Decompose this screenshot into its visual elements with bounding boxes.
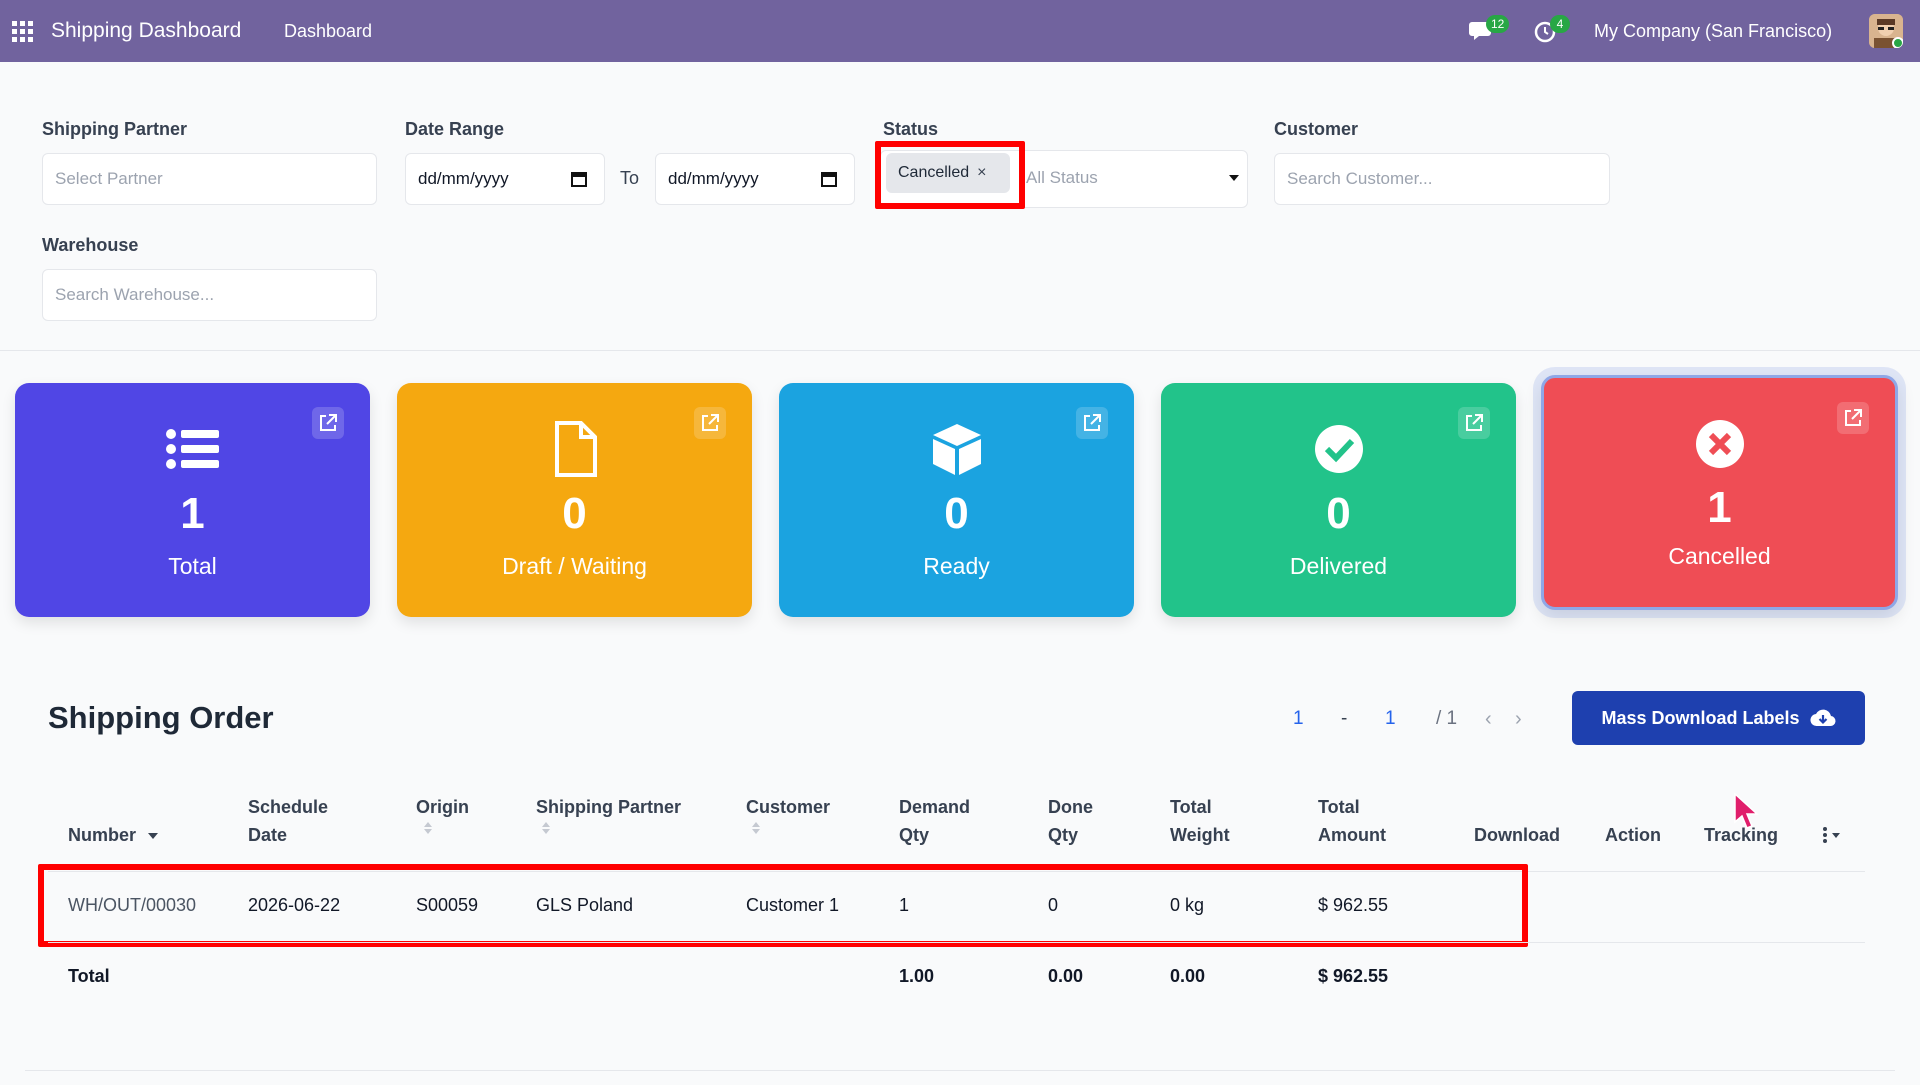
pager: 1 - 1 / 1 ‹ › bbox=[1253, 697, 1527, 742]
table-row-divider bbox=[48, 942, 1865, 943]
pager-end[interactable]: 1 bbox=[1385, 708, 1396, 730]
totals-total-weight: 0.00 bbox=[1170, 966, 1206, 986]
pager-separator: - bbox=[1341, 708, 1348, 729]
sort-icon[interactable] bbox=[540, 821, 552, 835]
customer-label: Customer bbox=[1274, 119, 1359, 139]
card-count: 0 bbox=[944, 489, 969, 538]
column-header-total-weight[interactable]: Total Weight bbox=[1170, 793, 1230, 849]
status-label: Status bbox=[883, 119, 939, 139]
column-header-done-qty[interactable]: Done Qty bbox=[1048, 793, 1093, 849]
calendar-icon[interactable] bbox=[570, 170, 588, 188]
card-count: 0 bbox=[562, 489, 587, 538]
box-icon bbox=[932, 424, 981, 475]
app-title[interactable]: Shipping Dashboard bbox=[51, 19, 241, 43]
divider bbox=[0, 350, 1920, 351]
pager-total: / 1 bbox=[1436, 708, 1458, 729]
column-header-download[interactable]: Download bbox=[1474, 821, 1560, 849]
card-ready[interactable]: 0 Ready bbox=[779, 383, 1134, 617]
date-to-value: dd/mm/yyyy bbox=[668, 169, 759, 188]
document-icon bbox=[554, 421, 597, 477]
totals-demand-qty: 1.00 bbox=[899, 966, 935, 986]
apps-grid-icon[interactable] bbox=[12, 21, 34, 43]
menu-dashboard[interactable]: Dashboard bbox=[284, 21, 372, 42]
pager-start[interactable]: 1 bbox=[1293, 708, 1304, 730]
chevron-right-icon[interactable]: › bbox=[1515, 708, 1522, 731]
check-circle-icon bbox=[1314, 425, 1363, 473]
sort-icon[interactable] bbox=[422, 821, 434, 835]
external-link-icon[interactable] bbox=[1458, 407, 1490, 439]
sort-desc-icon[interactable] bbox=[147, 831, 159, 841]
section-title: Shipping Order bbox=[48, 700, 274, 735]
date-from-value: dd/mm/yyyy bbox=[418, 169, 509, 188]
highlight-box bbox=[875, 141, 1025, 209]
messages-badge: 12 bbox=[1486, 15, 1510, 33]
cloud-download-icon bbox=[1809, 709, 1836, 727]
external-link-icon[interactable] bbox=[1076, 407, 1108, 439]
divider bbox=[25, 1070, 1895, 1071]
card-label: Total bbox=[168, 553, 217, 579]
calendar-icon[interactable] bbox=[820, 170, 838, 188]
card-label: Cancelled bbox=[1668, 543, 1771, 569]
column-header-customer[interactable]: Customer bbox=[746, 793, 830, 835]
user-avatar[interactable] bbox=[1869, 14, 1903, 48]
list-icon bbox=[165, 429, 219, 469]
shipping-partner-label: Shipping Partner bbox=[42, 119, 188, 139]
card-count: 1 bbox=[1707, 483, 1732, 532]
highlight-box bbox=[38, 864, 1528, 947]
column-header-origin[interactable]: Origin bbox=[416, 793, 469, 835]
card-count: 0 bbox=[1326, 489, 1351, 538]
totals-total-amount: $ 962.55 bbox=[1318, 966, 1389, 986]
card-draft-waiting[interactable]: 0 Draft / Waiting bbox=[397, 383, 752, 617]
chevron-left-icon[interactable]: ‹ bbox=[1485, 708, 1492, 731]
column-header-action[interactable]: Action bbox=[1605, 821, 1661, 849]
column-header-shipping-partner[interactable]: Shipping Partner bbox=[536, 793, 681, 835]
card-cancelled[interactable]: 1 Cancelled bbox=[1541, 375, 1898, 610]
card-count: 1 bbox=[180, 489, 205, 538]
x-circle-icon bbox=[1695, 420, 1744, 468]
optional-columns-icon[interactable] bbox=[1822, 826, 1844, 844]
mouse-cursor-icon bbox=[1734, 792, 1759, 829]
status-placeholder: All Status bbox=[1026, 168, 1098, 187]
column-header-demand-qty[interactable]: Demand Qty bbox=[899, 793, 970, 849]
card-delivered[interactable]: 0 Delivered bbox=[1161, 383, 1516, 617]
card-label: Ready bbox=[923, 553, 990, 579]
external-link-icon[interactable] bbox=[312, 407, 344, 439]
card-total[interactable]: 1 Total bbox=[15, 383, 370, 617]
mass-download-label: Mass Download Labels bbox=[1601, 707, 1800, 728]
sort-icon[interactable] bbox=[750, 821, 762, 835]
date-range-label: Date Range bbox=[405, 119, 505, 139]
date-to-label: To bbox=[620, 168, 640, 188]
date-to-input[interactable]: dd/mm/yyyy bbox=[655, 153, 855, 205]
totals-label: Total bbox=[68, 966, 110, 986]
warehouse-label: Warehouse bbox=[42, 235, 139, 255]
activities-badge: 4 bbox=[1550, 15, 1570, 33]
top-navbar: Shipping Dashboard Dashboard 12 4 My Com… bbox=[0, 0, 1920, 62]
column-header-schedule-date[interactable]: Schedule Date bbox=[248, 793, 328, 849]
external-link-icon[interactable] bbox=[694, 407, 726, 439]
warehouse-search-input[interactable]: Search Warehouse... bbox=[42, 269, 377, 321]
customer-search-input[interactable]: Search Customer... bbox=[1274, 153, 1610, 205]
totals-done-qty: 0.00 bbox=[1048, 966, 1084, 986]
date-from-input[interactable]: dd/mm/yyyy bbox=[405, 153, 605, 205]
shipping-partner-select[interactable]: Select Partner bbox=[42, 153, 377, 205]
column-header-total-amount[interactable]: Total Amount bbox=[1318, 793, 1386, 849]
mass-download-labels-button[interactable]: Mass Download Labels bbox=[1572, 691, 1865, 745]
chevron-down-icon[interactable] bbox=[1229, 175, 1239, 181]
card-label: Delivered bbox=[1289, 553, 1388, 579]
external-link-icon[interactable] bbox=[1837, 402, 1869, 434]
column-header-number[interactable]: Number bbox=[68, 821, 159, 849]
online-status-dot bbox=[1892, 37, 1903, 48]
company-switcher[interactable]: My Company (San Francisco) bbox=[1594, 21, 1832, 42]
card-label: Draft / Waiting bbox=[502, 553, 647, 579]
